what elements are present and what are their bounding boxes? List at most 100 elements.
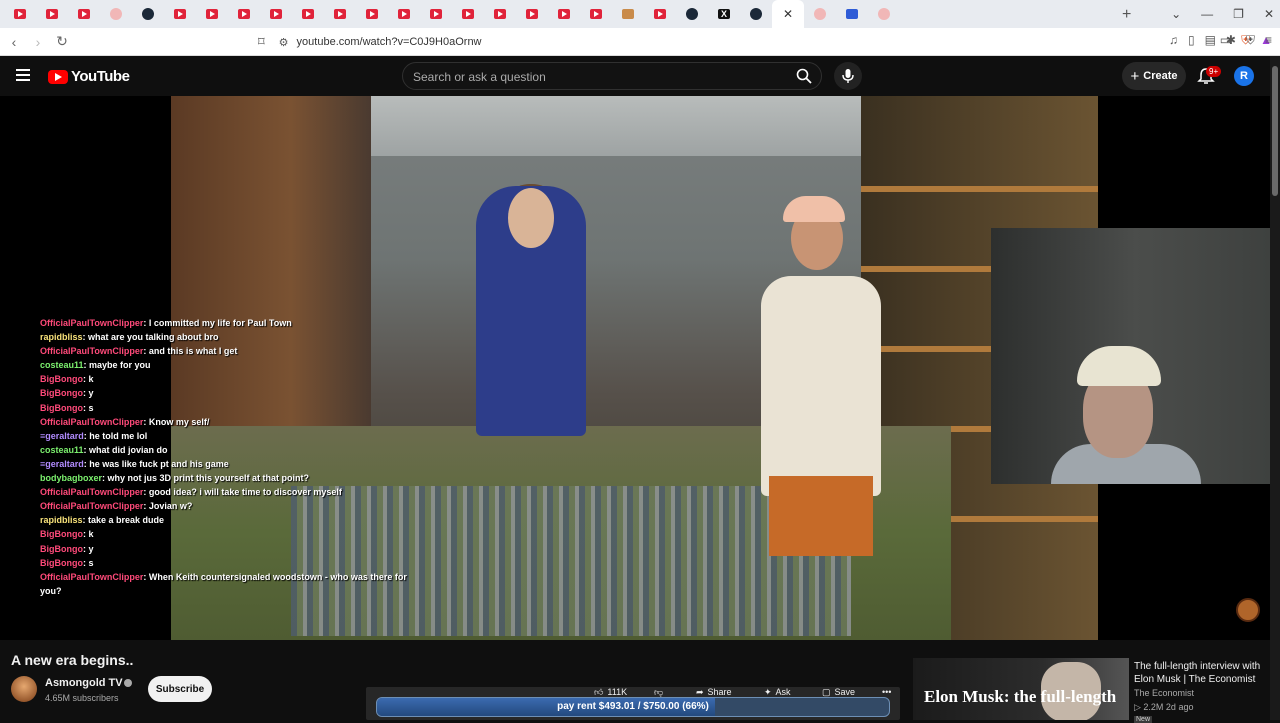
- chat-username: OfficialPaulTownClipper: [40, 501, 144, 512]
- forward-icon[interactable]: ›: [28, 34, 48, 50]
- voice-search-button[interactable]: [834, 62, 862, 90]
- notification-count-badge: 9+: [1206, 66, 1222, 77]
- browser-tab[interactable]: [804, 0, 836, 28]
- ask-button[interactable]: ✦ Ask: [764, 687, 791, 698]
- video-person-left-head: [508, 188, 554, 248]
- url-text[interactable]: youtube.com/watch?v=C0J9H0aOrnw: [297, 36, 482, 48]
- browser-tab[interactable]: [452, 0, 484, 28]
- back-icon[interactable]: ‹: [4, 34, 24, 50]
- scrollbar-thumb[interactable]: [1272, 66, 1278, 196]
- browser-tab[interactable]: [228, 0, 260, 28]
- share-button[interactable]: ➦ Share: [696, 687, 732, 698]
- browser-tab[interactable]: [292, 0, 324, 28]
- recommended-video[interactable]: Elon Musk: the full-length The full-leng…: [913, 658, 1270, 723]
- browser-tab[interactable]: [516, 0, 548, 28]
- browser-tab[interactable]: [132, 0, 164, 28]
- browser-tab[interactable]: [612, 0, 644, 28]
- reload-icon[interactable]: ↻: [52, 33, 72, 50]
- hamburger-menu-icon[interactable]: [16, 69, 30, 81]
- browser-tab[interactable]: [676, 0, 708, 28]
- close-window-button[interactable]: ✕: [1264, 7, 1274, 21]
- streamer-webcam: [991, 228, 1270, 484]
- chat-message: OfficialPaulTownClipper: Jovian w?: [40, 499, 410, 513]
- chat-text: why not jus 3D print this yourself at th…: [107, 473, 310, 484]
- page-scrollbar[interactable]: [1270, 56, 1280, 720]
- donation-goal-text: pay rent $493.01 / $750.00 (66%): [557, 701, 709, 712]
- browser-tab[interactable]: [740, 0, 772, 28]
- media-icon[interactable]: ♫: [1169, 33, 1178, 48]
- wallet-icon[interactable]: ▤: [1205, 33, 1216, 48]
- subscriber-count: 4.65M subscribers: [45, 693, 119, 703]
- youtube-icon: [46, 9, 58, 19]
- browser-tab[interactable]: [4, 0, 36, 28]
- toolbar-right: ♫ ▯ ▤ ✱ ⛨ ≡: [1169, 33, 1272, 48]
- browser-tab[interactable]: [68, 0, 100, 28]
- youtube-icon: [238, 9, 250, 19]
- browser-tab[interactable]: [836, 0, 868, 28]
- chat-text: maybe for you: [89, 360, 151, 371]
- video-player[interactable]: OfficialPaulTownClipper: I committed my …: [0, 96, 1270, 640]
- video-info: A new era begins.. Asmongold TV 4.65M su…: [0, 640, 1270, 723]
- recommended-channel[interactable]: The Economist: [1134, 688, 1194, 698]
- minimize-button[interactable]: —: [1201, 7, 1213, 21]
- channel-avatar[interactable]: [11, 676, 37, 702]
- browser-tab[interactable]: [324, 0, 356, 28]
- dislike-button[interactable]: 👎︎: [654, 687, 663, 697]
- pink-icon: [878, 8, 890, 20]
- account-avatar[interactable]: R: [1234, 66, 1254, 86]
- like-count: 111K: [607, 687, 628, 697]
- chat-username: rapidbliss: [40, 515, 83, 526]
- create-button[interactable]: + Create: [1122, 62, 1186, 90]
- browser-tab[interactable]: [196, 0, 228, 28]
- chat-username: BigBongo: [40, 402, 83, 413]
- chat-message: rapidbliss: what are you talking about b…: [40, 330, 410, 344]
- channel-name[interactable]: Asmongold TV: [45, 677, 123, 689]
- browser-tab[interactable]: [548, 0, 580, 28]
- browser-tab[interactable]: [260, 0, 292, 28]
- extensions-icon[interactable]: ✱: [1226, 33, 1236, 48]
- search-button[interactable]: [787, 63, 821, 89]
- browser-tab[interactable]: [164, 0, 196, 28]
- recommended-title[interactable]: The full-length interview with Elon Musk…: [1134, 660, 1270, 686]
- new-tab-button[interactable]: +: [1122, 6, 1131, 24]
- browser-tab[interactable]: [420, 0, 452, 28]
- chat-overlay: OfficialPaulTownClipper: I committed my …: [40, 316, 410, 598]
- browser-tab[interactable]: X: [708, 0, 740, 28]
- video-person-right-shorts: [769, 476, 873, 556]
- tab-list-icon[interactable]: ⌄: [1171, 7, 1181, 21]
- browser-tab[interactable]: ✕: [772, 0, 804, 28]
- search-input[interactable]: [413, 67, 783, 87]
- x-icon: X: [718, 9, 730, 19]
- browser-tab-bar: X ✕: [0, 0, 1280, 28]
- site-info-icon[interactable]: ⚙: [279, 36, 289, 49]
- chat-text: what are you talking about bro: [88, 332, 219, 343]
- youtube-header: YouTube + Create 9+ R: [0, 56, 1280, 96]
- browser-tab[interactable]: [356, 0, 388, 28]
- browser-tab[interactable]: [580, 0, 612, 28]
- chat-message: BigBongo: k: [40, 527, 410, 541]
- vpn-icon[interactable]: ⛨: [1246, 33, 1255, 48]
- bookmark-icon[interactable]: ⌑: [258, 34, 265, 50]
- url-box[interactable]: ⌑ ⚙ youtube.com/watch?v=C0J9H0aOrnw: [258, 30, 1000, 54]
- save-button[interactable]: ▢ Save: [822, 687, 855, 698]
- youtube-icon: [558, 9, 570, 19]
- maximize-button[interactable]: ❐: [1233, 7, 1244, 21]
- like-button[interactable]: 👍︎ 111K: [594, 687, 628, 698]
- menu-icon[interactable]: ≡: [1265, 33, 1272, 48]
- recommended-thumbnail[interactable]: Elon Musk: the full-length: [913, 658, 1129, 720]
- browser-tab[interactable]: [36, 0, 68, 28]
- browser-tab[interactable]: [484, 0, 516, 28]
- chat-username: costeau11: [40, 444, 84, 455]
- browser-tab[interactable]: [644, 0, 676, 28]
- chat-username: BigBongo: [40, 557, 83, 568]
- chat-username: OfficialPaulTownClipper: [40, 318, 144, 328]
- subscribe-button[interactable]: Subscribe: [148, 676, 212, 702]
- more-actions-button[interactable]: •••: [882, 687, 891, 697]
- sidebar-icon[interactable]: ▯: [1188, 33, 1195, 48]
- chat-message: OfficialPaulTownClipper: I committed my …: [40, 316, 410, 330]
- browser-tab[interactable]: [388, 0, 420, 28]
- youtube-icon: [526, 9, 538, 19]
- browser-tab[interactable]: [100, 0, 132, 28]
- browser-tab[interactable]: [868, 0, 900, 28]
- youtube-logo[interactable]: YouTube: [48, 68, 130, 85]
